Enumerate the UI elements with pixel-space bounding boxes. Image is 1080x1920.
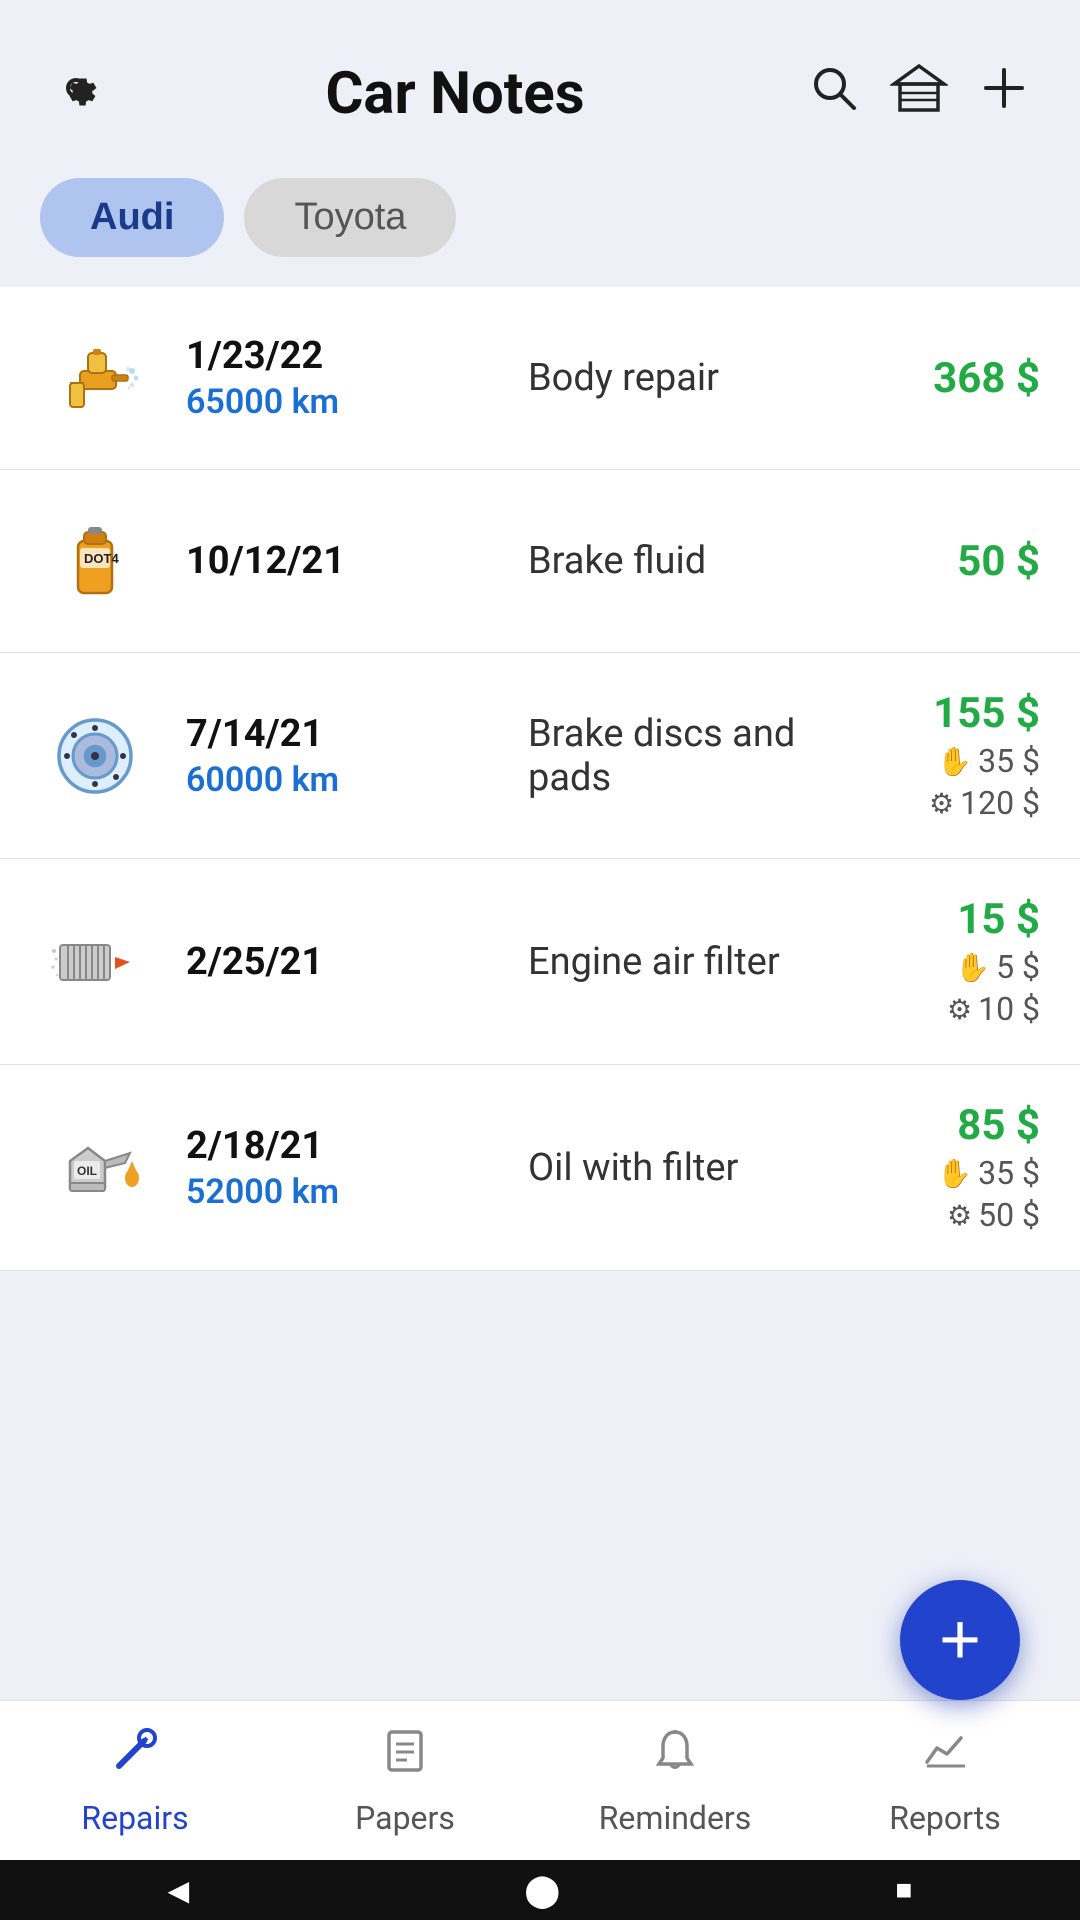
- repair-description: Engine air filter: [528, 940, 840, 984]
- spray-icon: [40, 323, 150, 433]
- repair-date: 7/14/21: [186, 712, 498, 756]
- home-button[interactable]: ⬤: [524, 1871, 560, 1909]
- recents-button[interactable]: ■: [895, 1874, 912, 1906]
- repair-item[interactable]: 7/14/21 60000 km Brake discs and pads 15…: [0, 653, 1080, 859]
- repair-mileage: 65000 km: [186, 382, 498, 422]
- system-nav-bar: ◀ ⬤ ■: [0, 1860, 1080, 1920]
- labor-icon: ✋: [955, 951, 990, 984]
- labor-icon: ✋: [937, 1157, 972, 1190]
- repair-info: 7/14/21 60000 km: [186, 712, 498, 800]
- repair-description: Body repair: [528, 356, 840, 400]
- labor-cost: ✋ 5 $: [840, 948, 1040, 986]
- repair-item[interactable]: 1/23/22 65000 km Body repair 368 $: [0, 287, 1080, 470]
- bell-icon: [649, 1724, 701, 1789]
- repair-info: 1/23/22 65000 km: [186, 334, 498, 422]
- repair-description: Oil with filter: [528, 1146, 840, 1190]
- tab-toyota[interactable]: Toyota: [244, 178, 456, 257]
- repair-description: Brake discs and pads: [528, 712, 840, 800]
- repair-mileage: 52000 km: [186, 1172, 498, 1212]
- repair-date: 10/12/21: [186, 539, 498, 583]
- nav-papers-label: Papers: [355, 1799, 455, 1837]
- labor-cost: ✋ 35 $: [840, 1154, 1040, 1192]
- labor-cost: ✋ 35 $: [840, 742, 1040, 780]
- repair-info: 2/18/21 52000 km: [186, 1124, 498, 1212]
- cost-total: 15 $: [840, 895, 1040, 944]
- parts-cost: ⚙ 120 $: [840, 784, 1040, 822]
- repair-list: 1/23/22 65000 km Body repair 368 $ DOT4 …: [0, 287, 1080, 1271]
- nav-papers[interactable]: Papers: [270, 1701, 540, 1860]
- search-icon[interactable]: [808, 62, 860, 127]
- repair-item[interactable]: OIL 2/18/21 52000 km Oil with filter 85 …: [0, 1065, 1080, 1271]
- parts-icon: ⚙: [929, 787, 954, 820]
- repair-date: 2/18/21: [186, 1124, 498, 1168]
- nav-repairs[interactable]: Repairs: [0, 1701, 270, 1860]
- wrench-icon: [109, 1724, 161, 1789]
- cost-total: 368 $: [840, 354, 1040, 403]
- tab-audi[interactable]: Audi: [40, 178, 224, 257]
- repair-cost: 15 $ ✋ 5 $ ⚙ 10 $: [840, 895, 1040, 1028]
- dot4-icon: DOT4: [40, 506, 150, 616]
- add-icon[interactable]: [978, 62, 1030, 127]
- nav-reports[interactable]: Reports: [810, 1701, 1080, 1860]
- repair-info: 2/25/21: [186, 940, 498, 984]
- gear-icon[interactable]: [50, 62, 102, 127]
- papers-icon: [379, 1724, 431, 1789]
- bottom-nav: Repairs Papers Reminders: [0, 1700, 1080, 1860]
- repair-description: Brake fluid: [528, 539, 840, 583]
- cost-total: 155 $: [840, 689, 1040, 738]
- parts-cost: ⚙ 50 $: [840, 1196, 1040, 1234]
- labor-icon: ✋: [937, 745, 972, 778]
- repair-item[interactable]: 2/25/21 Engine air filter 15 $ ✋ 5 $ ⚙ 1…: [0, 859, 1080, 1065]
- repair-date: 2/25/21: [186, 940, 498, 984]
- repair-cost: 155 $ ✋ 35 $ ⚙ 120 $: [840, 689, 1040, 822]
- repair-cost: 368 $: [840, 354, 1040, 403]
- repair-date: 1/23/22: [186, 334, 498, 378]
- back-button[interactable]: ◀: [168, 1874, 190, 1907]
- parts-icon: ⚙: [947, 1199, 972, 1232]
- parts-cost: ⚙ 10 $: [840, 990, 1040, 1028]
- brake-disc-icon: [40, 701, 150, 811]
- garage-icon[interactable]: [890, 62, 948, 127]
- app-title: Car Notes: [112, 60, 798, 128]
- repair-cost: 50 $: [840, 537, 1040, 586]
- air-filter-icon: [40, 907, 150, 1017]
- nav-reminders[interactable]: Reminders: [540, 1701, 810, 1860]
- nav-reminders-label: Reminders: [599, 1799, 752, 1837]
- chart-icon: [919, 1724, 971, 1789]
- repair-cost: 85 $ ✋ 35 $ ⚙ 50 $: [840, 1101, 1040, 1234]
- nav-reports-label: Reports: [889, 1799, 1001, 1837]
- car-tabs: Audi Toyota: [0, 158, 1080, 287]
- repair-mileage: 60000 km: [186, 760, 498, 800]
- repair-info: 10/12/21: [186, 539, 498, 583]
- nav-repairs-label: Repairs: [81, 1799, 188, 1837]
- repair-item[interactable]: DOT4 10/12/21 Brake fluid 50 $: [0, 470, 1080, 653]
- svg-text:DOT4: DOT4: [84, 551, 119, 566]
- parts-icon: ⚙: [947, 993, 972, 1026]
- cost-total: 50 $: [840, 537, 1040, 586]
- cost-total: 85 $: [840, 1101, 1040, 1150]
- oil-icon: OIL: [40, 1113, 150, 1223]
- svg-text:OIL: OIL: [77, 1164, 97, 1178]
- add-repair-fab[interactable]: +: [900, 1580, 1020, 1700]
- app-header: Car Notes: [0, 0, 1080, 158]
